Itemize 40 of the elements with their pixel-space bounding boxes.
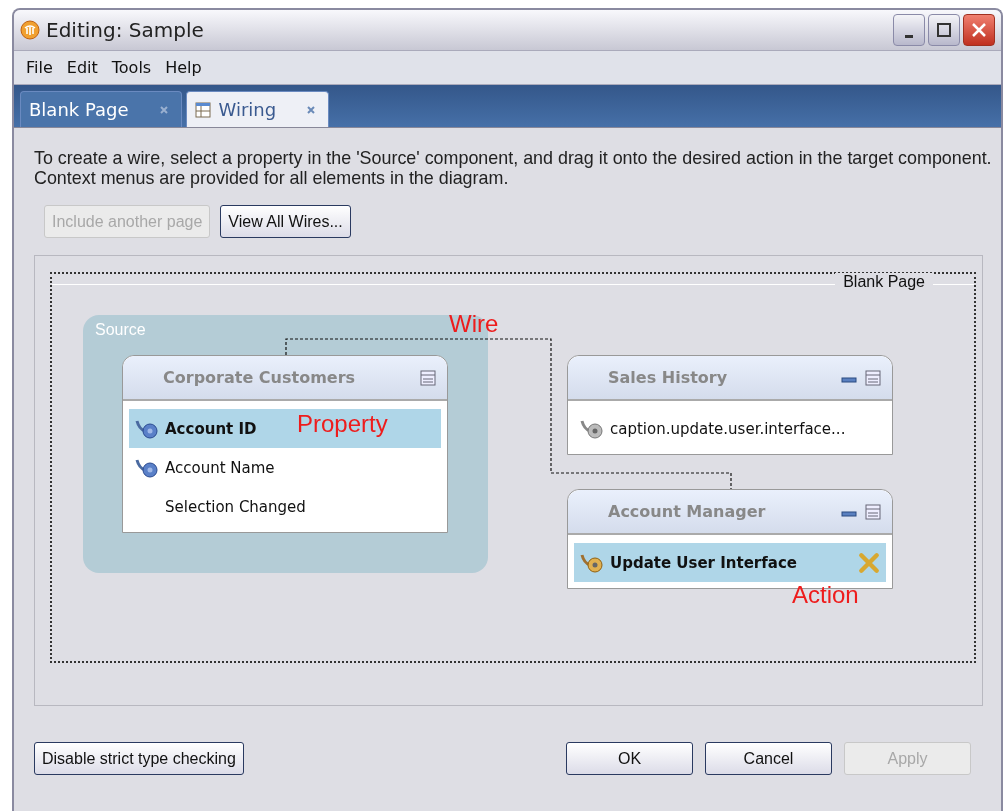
instruction-text: Context menus are provided for all elements in the diagram. bbox=[34, 168, 510, 188]
dialog-button[interactable]: Disable strict type checking bbox=[34, 742, 244, 775]
component-item[interactable]: Update User Interface bbox=[574, 543, 886, 582]
component-card[interactable]: Sales History caption.update.user.interface... bbox=[567, 355, 893, 455]
minimize-icon bbox=[905, 34, 913, 38]
dialog-button[interactable]: OK bbox=[566, 742, 693, 775]
close-icon[interactable] bbox=[306, 104, 317, 115]
toolbar-button[interactable]: View All Wires... bbox=[220, 205, 351, 238]
maximize-icon bbox=[934, 20, 954, 40]
instruction-text: To create a wire, select a property in the 'Source' component, and drag it onto the desired action in the target component. bbox=[34, 148, 993, 168]
maximize-icon[interactable] bbox=[419, 368, 437, 387]
page-label: Blank Page bbox=[835, 273, 933, 291]
menu-item[interactable]: Help bbox=[161, 58, 206, 77]
component-item[interactable]: Selection Changed bbox=[129, 487, 441, 526]
menu-item[interactable]: Edit bbox=[62, 58, 102, 77]
menu-item[interactable]: Tools bbox=[107, 58, 156, 77]
component-item[interactable]: caption.update.user.interface... bbox=[574, 409, 886, 448]
component-title: Sales History bbox=[608, 368, 729, 387]
minimize-button[interactable] bbox=[893, 14, 925, 46]
close-button[interactable] bbox=[963, 14, 995, 46]
plug-icon bbox=[135, 418, 159, 439]
annotation-label: Property bbox=[297, 410, 388, 438]
maximize-icon[interactable] bbox=[864, 502, 882, 521]
socket-icon bbox=[580, 552, 604, 573]
component-title: Corporate Customers bbox=[163, 368, 357, 387]
component-title: Account Manager bbox=[608, 502, 767, 521]
tab[interactable]: Wiring bbox=[185, 91, 330, 127]
socket-icon bbox=[580, 418, 604, 439]
annotation-label: Wire bbox=[449, 310, 499, 338]
menu-item[interactable]: File bbox=[22, 58, 57, 77]
table-icon bbox=[194, 101, 211, 118]
component-item[interactable]: Account Name bbox=[129, 448, 441, 487]
source-label: Source bbox=[95, 321, 146, 339]
app-logo-icon bbox=[20, 20, 40, 40]
dialog-button[interactable]: Cancel bbox=[705, 742, 832, 775]
maximize-icon[interactable] bbox=[864, 368, 882, 387]
maximize-button[interactable] bbox=[928, 14, 960, 46]
tab[interactable]: Blank Page bbox=[20, 91, 182, 127]
window-title: Editing: Sample bbox=[46, 18, 205, 42]
plug-icon bbox=[135, 457, 159, 478]
